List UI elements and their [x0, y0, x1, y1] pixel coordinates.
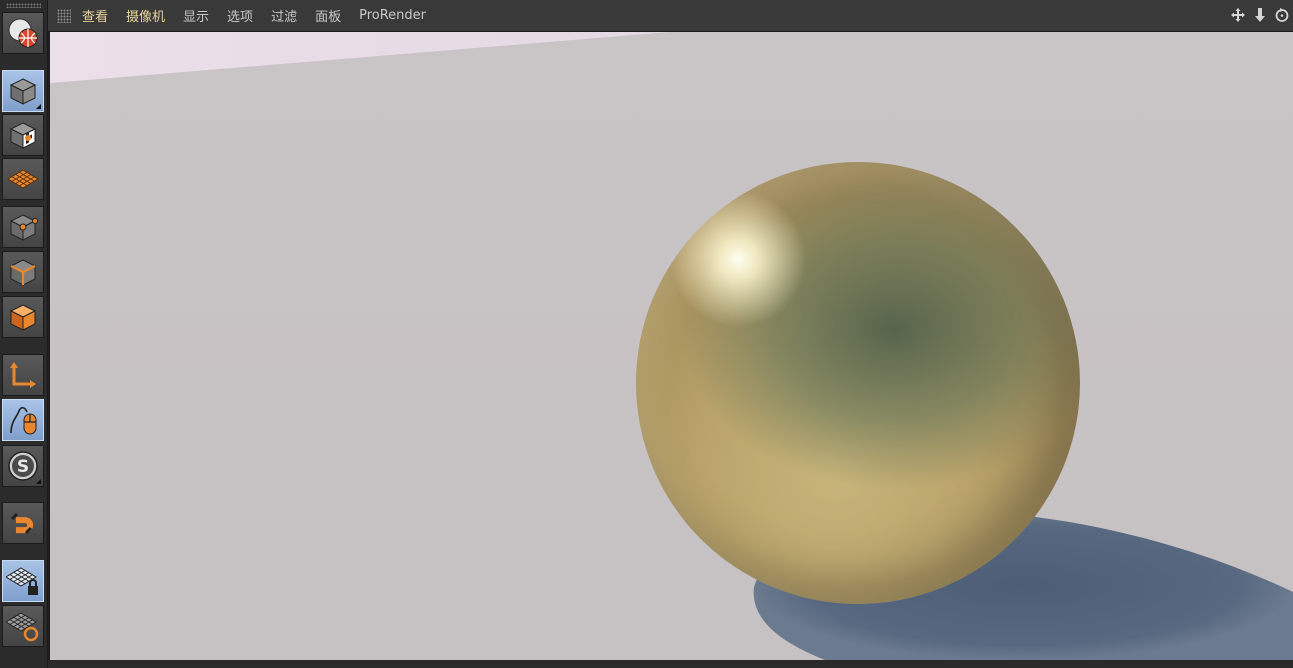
- edges-mode-button[interactable]: [2, 251, 44, 293]
- solo-button[interactable]: S: [2, 445, 44, 487]
- grid-plane-icon: [7, 169, 39, 189]
- polygons-mode-button[interactable]: [2, 296, 44, 338]
- toolbar-grip[interactable]: [6, 3, 41, 8]
- workplane-axis-button[interactable]: [2, 605, 44, 647]
- snap-button[interactable]: [2, 502, 44, 544]
- menu-prorender[interactable]: ProRender: [359, 8, 426, 23]
- workplane-lock-button[interactable]: [2, 560, 44, 602]
- cube-polygons-icon: [9, 304, 37, 331]
- cube-edges-icon: [9, 259, 37, 286]
- points-mode-button[interactable]: [2, 206, 44, 248]
- menu-display[interactable]: 显示: [183, 6, 209, 25]
- workplane-button[interactable]: [2, 158, 44, 200]
- menubar-grip[interactable]: [57, 8, 71, 23]
- gold-sphere[interactable]: [636, 162, 1080, 604]
- menu-filter[interactable]: 过滤: [271, 6, 297, 25]
- magnet-icon: [10, 512, 34, 535]
- cube-points-icon: [9, 214, 38, 241]
- viewport-menubar: 查看 摄像机 显示 选项 过滤 面板 ProRender: [48, 0, 1293, 32]
- checker-cube-icon: [9, 122, 37, 149]
- 3d-viewport[interactable]: [50, 32, 1293, 660]
- mouse-icon: [10, 406, 37, 435]
- grid-lock-icon: [6, 567, 38, 595]
- undo-view-button[interactable]: [2, 12, 44, 54]
- axis-icon: [10, 362, 36, 388]
- cinema4d-app: S 查看 摄像机 显示 选项 过滤 面板 ProRender: [0, 0, 1293, 668]
- svg-text:S: S: [17, 457, 29, 477]
- menu-view[interactable]: 查看: [82, 6, 108, 25]
- model-mode-button[interactable]: [2, 70, 44, 112]
- menu-camera[interactable]: 摄像机: [126, 6, 165, 25]
- cube-icon: [9, 78, 37, 105]
- texture-mode-button[interactable]: [2, 114, 44, 156]
- solo-s-icon: S: [8, 451, 38, 481]
- left-toolbar: S: [0, 0, 48, 668]
- view-nav-icons: [1229, 6, 1291, 24]
- menu-options[interactable]: 选项: [227, 6, 253, 25]
- zoom-view-icon[interactable]: [1251, 6, 1269, 24]
- axis-mode-button[interactable]: [2, 354, 44, 396]
- grid-rotate-icon: [6, 612, 39, 642]
- rotate-view-icon[interactable]: [1273, 6, 1291, 24]
- tweak-mode-button[interactable]: [2, 399, 44, 441]
- menu-panel[interactable]: 面板: [315, 6, 341, 25]
- globe-icon: [8, 18, 38, 48]
- move-view-icon[interactable]: [1229, 6, 1247, 24]
- viewport-bottom-border: [48, 660, 1293, 668]
